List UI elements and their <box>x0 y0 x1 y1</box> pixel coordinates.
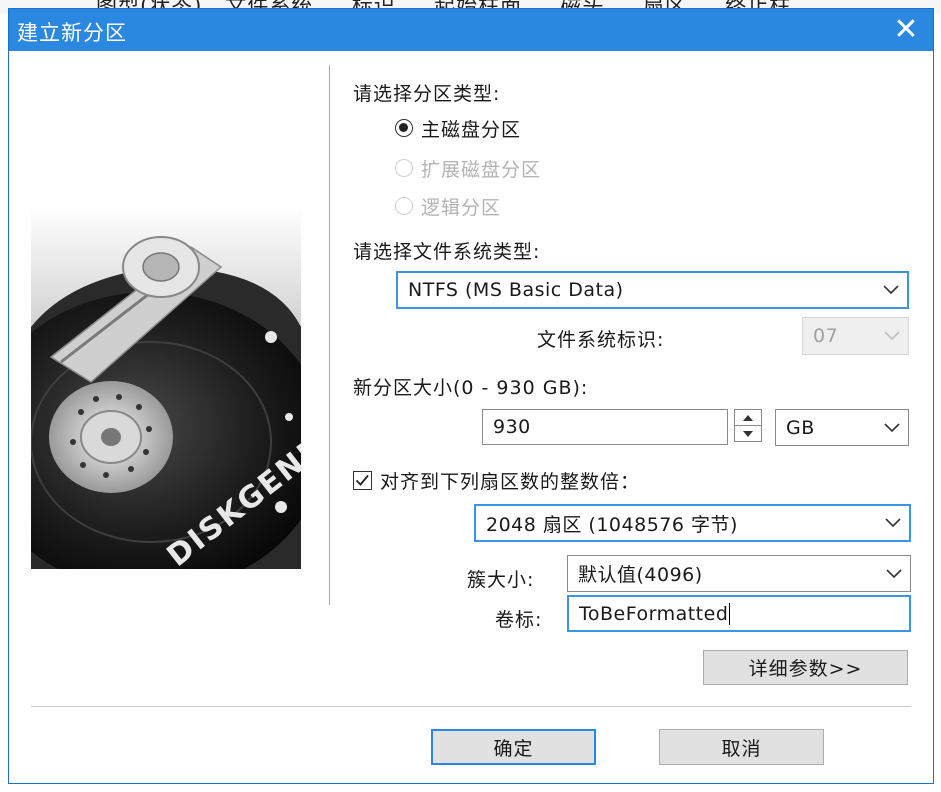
filesystem-type-label: 请选择文件系统类型: <box>353 241 541 263</box>
caret-up-icon <box>743 414 753 421</box>
radio-logical-partition: 逻辑分区 <box>395 191 501 221</box>
cancel-button-label: 取消 <box>721 737 762 760</box>
align-checkbox[interactable] <box>353 471 372 490</box>
radio-button-disabled <box>395 159 413 177</box>
chevron-down-icon <box>876 318 908 354</box>
radio-extended-partition: 扩展磁盘分区 <box>395 153 541 183</box>
filesystem-selected-value: NTFS (MS Basic Data) <box>408 279 624 301</box>
radio-button-disabled <box>395 197 413 215</box>
ok-button[interactable]: 确定 <box>431 729 596 765</box>
details-button-label: 详细参数>> <box>748 658 863 680</box>
align-sectors-value: 2048 扇区 (1048576 字节) <box>486 513 738 536</box>
new-partition-dialog: 建立新分区 ✕ 请选择分区类型: 主磁盘分区 扩展磁盘分区 逻辑分区 请选择文件… <box>8 8 934 784</box>
ok-button-label: 确定 <box>493 737 534 760</box>
volume-label-label: 卷标: <box>495 609 543 631</box>
checkmark-icon <box>355 474 369 486</box>
chevron-down-icon <box>876 410 908 445</box>
radio-primary-label: 主磁盘分区 <box>421 118 522 141</box>
cluster-size-value: 默认值(4096) <box>578 564 703 586</box>
partition-size-label: 新分区大小(0 - 930 GB): <box>353 377 589 399</box>
close-button[interactable]: ✕ <box>889 13 923 47</box>
radio-button-selected[interactable] <box>395 119 413 137</box>
radio-extended-label: 扩展磁盘分区 <box>421 158 542 181</box>
close-icon: ✕ <box>893 12 919 47</box>
caret-down-icon <box>743 430 753 437</box>
hard-disk-illustration: DISKGENIUS <box>31 207 301 569</box>
size-spinner[interactable] <box>734 409 762 442</box>
text-caret <box>729 602 731 625</box>
volume-label-input[interactable]: ToBeFormatted <box>567 595 911 632</box>
filesystem-id-value: 07 <box>813 325 839 347</box>
size-unit-value: GB <box>786 416 815 439</box>
partition-size-input[interactable]: 930 <box>482 409 728 445</box>
chevron-down-icon <box>878 556 910 591</box>
horizontal-divider <box>31 706 911 707</box>
align-sectors-select[interactable]: 2048 扇区 (1048576 字节) <box>474 504 911 542</box>
cluster-size-select[interactable]: 默认值(4096) <box>567 555 911 592</box>
details-button[interactable]: 详细参数>> <box>703 650 908 685</box>
radio-logical-label: 逻辑分区 <box>421 196 502 219</box>
cluster-size-label: 簇大小: <box>467 569 535 591</box>
partition-size-value: 930 <box>493 416 531 438</box>
align-checkbox-label: 对齐到下列扇区数的整数倍： <box>380 471 641 493</box>
spin-down-button[interactable] <box>735 426 761 441</box>
dialog-title: 建立新分区 <box>17 21 127 45</box>
filesystem-id-select: 07 <box>802 317 909 355</box>
filesystem-id-label: 文件系统标识: <box>537 329 665 351</box>
chevron-down-icon <box>877 506 909 540</box>
partition-type-label: 请选择分区类型: <box>353 83 501 105</box>
align-checkbox-row[interactable]: 对齐到下列扇区数的整数倍： <box>353 467 640 494</box>
size-unit-select[interactable]: GB <box>775 409 909 446</box>
cancel-button[interactable]: 取消 <box>659 729 824 765</box>
vertical-divider <box>329 65 330 605</box>
chevron-down-icon <box>875 273 907 307</box>
title-bar[interactable]: 建立新分区 ✕ <box>9 9 933 51</box>
spin-up-button[interactable] <box>735 410 761 426</box>
volume-label-value: ToBeFormatted <box>579 602 729 625</box>
radio-primary-partition[interactable]: 主磁盘分区 <box>395 113 521 143</box>
filesystem-select[interactable]: NTFS (MS Basic Data) <box>396 271 909 309</box>
